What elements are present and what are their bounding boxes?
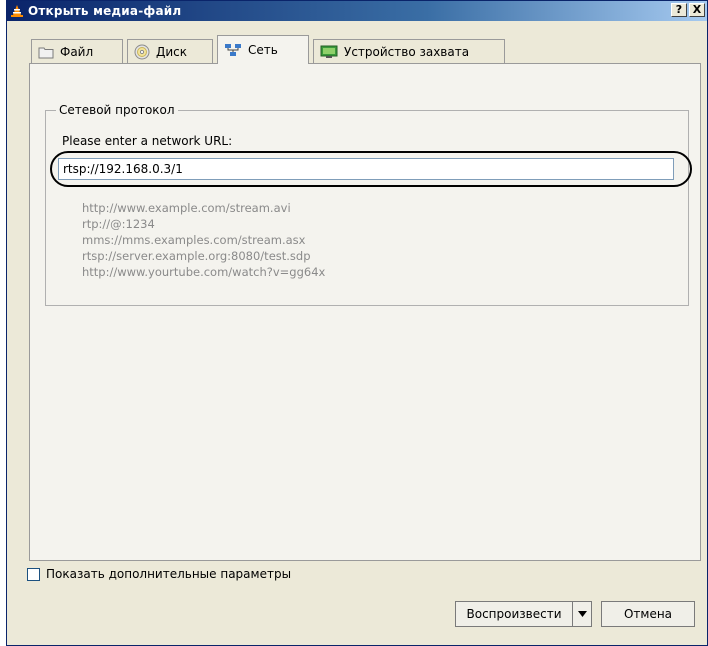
- window-title: Открыть медиа-файл: [28, 4, 182, 18]
- tab-label: Сеть: [248, 43, 278, 57]
- tab-disc[interactable]: Диск: [127, 39, 213, 63]
- play-dropdown-button[interactable]: [573, 601, 592, 627]
- tab-label: Диск: [156, 44, 188, 59]
- network-icon: [225, 44, 241, 56]
- cancel-button[interactable]: Отмена: [601, 601, 695, 627]
- dialog-window: Открыть медиа-файл ? X Сетевой протокол …: [6, 0, 708, 646]
- vlc-cone-icon: [11, 5, 23, 17]
- tab-network[interactable]: Сеть: [217, 35, 309, 64]
- group-title: Сетевой протокол: [56, 103, 178, 117]
- tab-label: Устройство захвата: [344, 44, 470, 59]
- example-url: rtp://@:1234: [82, 217, 155, 231]
- title-bar[interactable]: Открыть медиа-файл ? X: [7, 1, 707, 21]
- show-more-label: Показать дополнительные параметры: [46, 567, 292, 581]
- capture-device-icon: [320, 45, 338, 58]
- url-label: Please enter a network URL:: [62, 134, 233, 148]
- example-url: http://www.example.com/stream.avi: [82, 201, 291, 215]
- tab-label: Файл: [60, 44, 94, 59]
- show-more-options[interactable]: Показать дополнительные параметры: [27, 567, 291, 581]
- help-button[interactable]: ?: [671, 3, 687, 17]
- example-url: http://www.yourtube.com/watch?v=gg64x: [82, 265, 326, 279]
- dropdown-arrow-icon: [577, 611, 587, 617]
- example-url: mms://mms.examples.com/stream.asx: [82, 233, 306, 247]
- close-button[interactable]: X: [689, 3, 705, 17]
- play-button[interactable]: Воспроизвести: [455, 601, 573, 627]
- example-url: rtsp://server.example.org:8080/test.sdp: [82, 249, 311, 263]
- tab-capture-device[interactable]: Устройство захвата: [313, 39, 505, 63]
- url-examples: http://www.example.com/stream.avi rtp://…: [82, 200, 325, 280]
- disc-icon: [134, 44, 150, 59]
- tab-file[interactable]: Файл: [31, 39, 123, 63]
- folder-icon: [38, 47, 54, 58]
- show-more-checkbox[interactable]: [27, 567, 40, 581]
- url-input[interactable]: rtsp://192.168.0.3/1: [58, 158, 674, 180]
- tab-pane-network: Сетевой протокол Please enter a network …: [29, 63, 701, 561]
